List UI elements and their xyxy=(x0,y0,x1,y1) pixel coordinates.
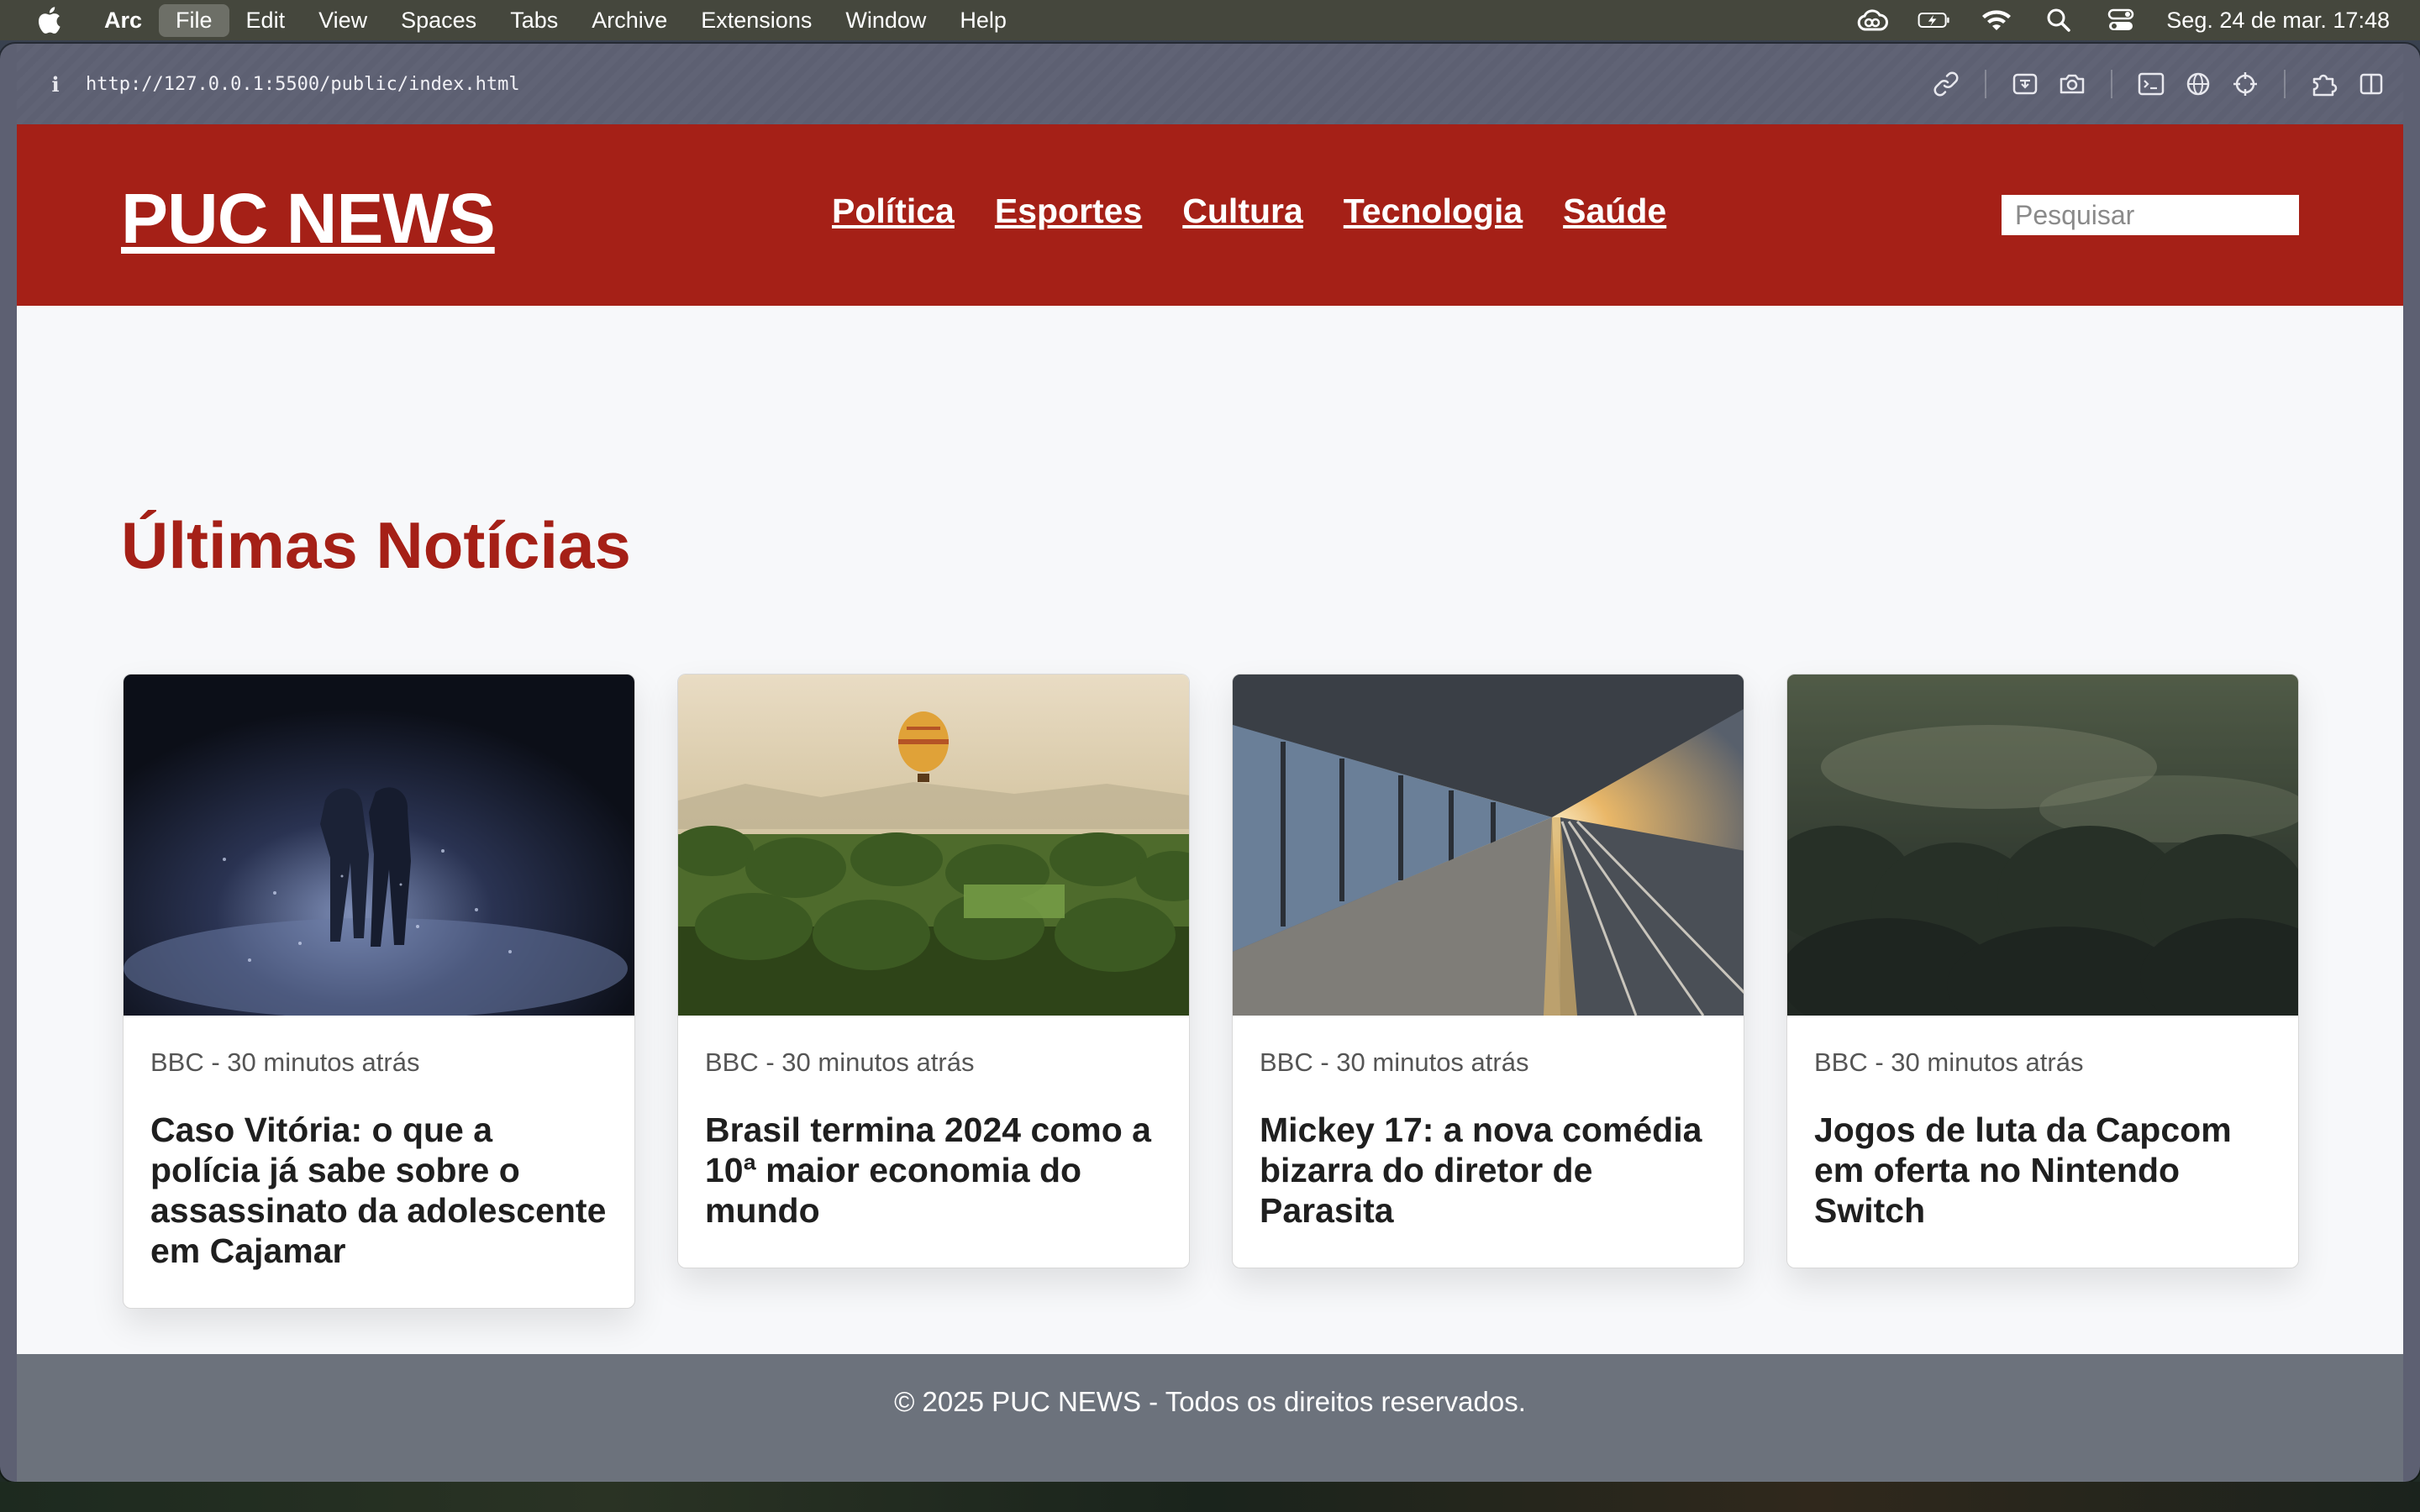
nav-link-tecnologia[interactable]: Tecnologia xyxy=(1344,192,1523,231)
spotlight-search-icon[interactable] xyxy=(2042,7,2075,34)
news-card[interactable]: BBC - 30 minutos atrás Jogos de luta da … xyxy=(1786,674,2299,1268)
card-body: BBC - 30 minutos atrás Brasil termina 20… xyxy=(678,1016,1189,1268)
palm-trees-balloon-photo[interactable] xyxy=(678,675,1190,1016)
toolbar-divider xyxy=(2284,70,2286,98)
train-platform-sunset-photo[interactable] xyxy=(1233,675,1744,1016)
creative-cloud-icon[interactable] xyxy=(1855,7,1889,34)
menu-app-arc[interactable]: Arc xyxy=(87,4,159,37)
toolbar-divider xyxy=(1985,70,1986,98)
card-body: BBC - 30 minutos atrás Jogos de luta da … xyxy=(1787,1016,2298,1268)
browser-window: i http://127.0.0.1:5500/public/index.htm… xyxy=(0,44,2420,1482)
site-logo[interactable]: PUC NEWS xyxy=(121,178,496,260)
card-meta: BBC - 30 minutos atrás xyxy=(150,1047,420,1077)
menu-window[interactable]: Window xyxy=(829,4,943,37)
crosshair-icon[interactable] xyxy=(2228,67,2262,101)
search-input[interactable] xyxy=(2002,195,2299,235)
nav-link-saude[interactable]: Saúde xyxy=(1563,192,1666,231)
card-meta: BBC - 30 minutos atrás xyxy=(705,1047,975,1077)
page-viewport: PUC NEWS Política Esportes Cultura Tecno… xyxy=(17,124,2403,1482)
menu-archive[interactable]: Archive xyxy=(575,4,684,37)
capture-icon[interactable] xyxy=(2008,67,2042,101)
nav-link-esportes[interactable]: Esportes xyxy=(995,192,1142,231)
link-icon[interactable] xyxy=(1929,67,1963,101)
main-nav: Política Esportes Cultura Tecnologia Saú… xyxy=(832,192,1707,231)
nav-link-cultura[interactable]: Cultura xyxy=(1182,192,1303,231)
menu-edit[interactable]: Edit xyxy=(229,4,302,37)
card-meta: BBC - 30 minutos atrás xyxy=(1260,1047,1529,1077)
toolbar-divider xyxy=(2111,70,2112,98)
globe-icon[interactable] xyxy=(2181,67,2215,101)
site-info-icon[interactable]: i xyxy=(47,72,64,97)
card-body: BBC - 30 minutos atrás Caso Vitória: o q… xyxy=(124,1016,634,1308)
card-meta: BBC - 30 minutos atrás xyxy=(1814,1047,2084,1077)
camera-icon[interactable] xyxy=(2055,67,2089,101)
news-card[interactable]: BBC - 30 minutos atrás Caso Vitória: o q… xyxy=(123,674,635,1309)
apple-menu-icon[interactable] xyxy=(30,6,67,34)
card-body: BBC - 30 minutos atrás Mickey 17: a nova… xyxy=(1233,1016,1744,1268)
address-bar-url[interactable]: http://127.0.0.1:5500/public/index.html xyxy=(86,74,520,95)
nav-link-politica[interactable]: Política xyxy=(832,192,955,231)
menubar-clock[interactable]: Seg. 24 de mar. 17:48 xyxy=(2166,8,2390,34)
wifi-icon[interactable] xyxy=(1980,7,2013,34)
terminal-icon[interactable] xyxy=(2134,67,2168,101)
menu-tabs[interactable]: Tabs xyxy=(493,4,575,37)
menu-help[interactable]: Help xyxy=(943,4,1023,37)
menu-spaces[interactable]: Spaces xyxy=(384,4,493,37)
footer-copyright: © 2025 PUC NEWS - Todos os direitos rese… xyxy=(894,1386,1526,1417)
menu-extensions[interactable]: Extensions xyxy=(684,4,829,37)
night-couple-rain-photo[interactable] xyxy=(124,675,635,1016)
browser-toolbar: i http://127.0.0.1:5500/public/index.htm… xyxy=(17,44,2403,124)
section-title: Últimas Notícias xyxy=(121,508,631,582)
card-title[interactable]: Caso Vitória: o que a polícia já sabe so… xyxy=(150,1110,608,1271)
news-card[interactable]: BBC - 30 minutos atrás Mickey 17: a nova… xyxy=(1232,674,1744,1268)
card-title[interactable]: Mickey 17: a nova comédia bizarra do dir… xyxy=(1260,1110,1717,1231)
menu-view[interactable]: View xyxy=(302,4,384,37)
news-cards: BBC - 30 minutos atrás Caso Vitória: o q… xyxy=(123,674,2299,1309)
card-title[interactable]: Brasil termina 2024 como a 10ª maior eco… xyxy=(705,1110,1162,1231)
sidebar-icon[interactable] xyxy=(2354,67,2388,101)
control-center-icon[interactable] xyxy=(2104,7,2138,34)
site-header: PUC NEWS Política Esportes Cultura Tecno… xyxy=(17,124,2403,306)
macos-menu-bar: Arc File Edit View Spaces Tabs Archive E… xyxy=(0,0,2420,40)
desktop-wallpaper xyxy=(0,1482,2420,1512)
news-card[interactable]: BBC - 30 minutos atrás Brasil termina 20… xyxy=(677,674,1190,1268)
extensions-icon[interactable] xyxy=(2307,67,2341,101)
battery-charging-icon[interactable] xyxy=(1918,7,1951,34)
site-footer: © 2025 PUC NEWS - Todos os direitos rese… xyxy=(17,1354,2403,1482)
card-title[interactable]: Jogos de luta da Capcom em oferta no Nin… xyxy=(1814,1110,2271,1231)
menu-file[interactable]: File xyxy=(159,3,229,37)
misty-forest-photo[interactable] xyxy=(1787,675,2299,1016)
